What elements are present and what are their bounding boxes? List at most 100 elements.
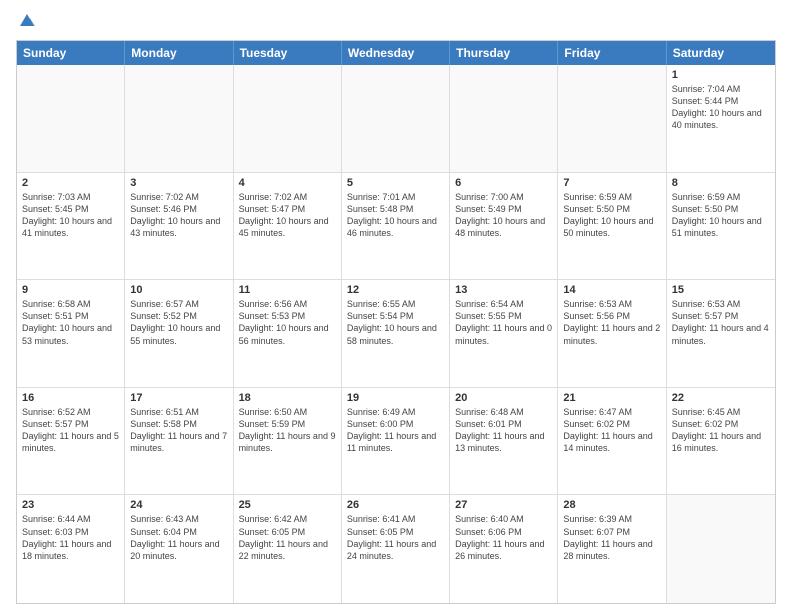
- calendar-cell: 7 Sunrise: 6:59 AM Sunset: 5:50 PM Daylig…: [558, 173, 666, 280]
- day-number: 19: [347, 392, 444, 404]
- calendar-cell: 21 Sunrise: 6:47 AM Sunset: 6:02 PM Dayli…: [558, 388, 666, 495]
- calendar-cell: 26 Sunrise: 6:41 AM Sunset: 6:05 PM Dayli…: [342, 495, 450, 603]
- calendar-cell: 27 Sunrise: 6:40 AM Sunset: 6:06 PM Dayli…: [450, 495, 558, 603]
- day-number: 23: [22, 499, 119, 511]
- day-number: 11: [239, 284, 336, 296]
- header: [16, 12, 776, 32]
- day-number: 1: [672, 69, 770, 81]
- page: SundayMondayTuesdayWednesdayThursdayFrid…: [0, 0, 792, 612]
- cell-info: Sunrise: 7:00 AM Sunset: 5:49 PM Dayligh…: [455, 191, 552, 240]
- cell-info: Sunrise: 7:04 AM Sunset: 5:44 PM Dayligh…: [672, 83, 770, 132]
- cell-info: Sunrise: 6:48 AM Sunset: 6:01 PM Dayligh…: [455, 406, 552, 455]
- cell-info: Sunrise: 6:59 AM Sunset: 5:50 PM Dayligh…: [563, 191, 660, 240]
- cell-info: Sunrise: 6:57 AM Sunset: 5:52 PM Dayligh…: [130, 298, 227, 347]
- day-number: 18: [239, 392, 336, 404]
- cell-info: Sunrise: 7:03 AM Sunset: 5:45 PM Dayligh…: [22, 191, 119, 240]
- calendar-cell: 18Sunrise: 6:50 AM Sunset: 5:59 PM Dayli…: [234, 388, 342, 495]
- cell-info: Sunrise: 6:58 AM Sunset: 5:51 PM Dayligh…: [22, 298, 119, 347]
- weekday-header-monday: Monday: [125, 41, 233, 65]
- day-number: 5: [347, 177, 444, 189]
- day-number: 12: [347, 284, 444, 296]
- day-number: 6: [455, 177, 552, 189]
- calendar-cell: 1 Sunrise: 7:04 AM Sunset: 5:44 PM Daylig…: [667, 65, 775, 172]
- cell-info: Sunrise: 6:39 AM Sunset: 6:07 PM Dayligh…: [563, 513, 660, 562]
- day-number: 28: [563, 499, 660, 511]
- calendar-cell: 13Sunrise: 6:54 AM Sunset: 5:55 PM Dayli…: [450, 280, 558, 387]
- calendar-cell: 11 Sunrise: 6:56 AM Sunset: 5:53 PM Dayli…: [234, 280, 342, 387]
- calendar-row-1: 2 Sunrise: 7:03 AM Sunset: 5:45 PM Daylig…: [17, 173, 775, 281]
- calendar-cell: [667, 495, 775, 603]
- calendar-cell: [342, 65, 450, 172]
- day-number: 7: [563, 177, 660, 189]
- calendar-row-2: 9 Sunrise: 6:58 AM Sunset: 5:51 PM Daylig…: [17, 280, 775, 388]
- day-number: 14: [563, 284, 660, 296]
- calendar-cell: 23 Sunrise: 6:44 AM Sunset: 6:03 PM Dayli…: [17, 495, 125, 603]
- calendar-row-0: 1 Sunrise: 7:04 AM Sunset: 5:44 PM Daylig…: [17, 65, 775, 173]
- weekday-header-tuesday: Tuesday: [234, 41, 342, 65]
- calendar-body: 1 Sunrise: 7:04 AM Sunset: 5:44 PM Daylig…: [17, 65, 775, 603]
- calendar-cell: 22 Sunrise: 6:45 AM Sunset: 6:02 PM Dayli…: [667, 388, 775, 495]
- calendar-cell: 10 Sunrise: 6:57 AM Sunset: 5:52 PM Dayli…: [125, 280, 233, 387]
- weekday-header-sunday: Sunday: [17, 41, 125, 65]
- cell-info: Sunrise: 6:53 AM Sunset: 5:56 PM Dayligh…: [563, 298, 660, 347]
- day-number: 27: [455, 499, 552, 511]
- cell-info: Sunrise: 6:45 AM Sunset: 6:02 PM Dayligh…: [672, 406, 770, 455]
- cell-info: Sunrise: 6:44 AM Sunset: 6:03 PM Dayligh…: [22, 513, 119, 562]
- weekday-header-saturday: Saturday: [667, 41, 775, 65]
- day-number: 25: [239, 499, 336, 511]
- day-number: 4: [239, 177, 336, 189]
- calendar-cell: [558, 65, 666, 172]
- day-number: 26: [347, 499, 444, 511]
- cell-info: Sunrise: 6:51 AM Sunset: 5:58 PM Dayligh…: [130, 406, 227, 455]
- cell-info: Sunrise: 6:56 AM Sunset: 5:53 PM Dayligh…: [239, 298, 336, 347]
- calendar-cell: 24Sunrise: 6:43 AM Sunset: 6:04 PM Dayli…: [125, 495, 233, 603]
- cell-info: Sunrise: 6:41 AM Sunset: 6:05 PM Dayligh…: [347, 513, 444, 562]
- calendar-cell: 12 Sunrise: 6:55 AM Sunset: 5:54 PM Dayli…: [342, 280, 450, 387]
- cell-info: Sunrise: 6:40 AM Sunset: 6:06 PM Dayligh…: [455, 513, 552, 562]
- calendar-header: SundayMondayTuesdayWednesdayThursdayFrid…: [17, 41, 775, 65]
- calendar-cell: 17 Sunrise: 6:51 AM Sunset: 5:58 PM Dayli…: [125, 388, 233, 495]
- cell-info: Sunrise: 6:43 AM Sunset: 6:04 PM Dayligh…: [130, 513, 227, 562]
- calendar-cell: 19 Sunrise: 6:49 AM Sunset: 6:00 PM Dayli…: [342, 388, 450, 495]
- weekday-header-thursday: Thursday: [450, 41, 558, 65]
- calendar-cell: 3Sunrise: 7:02 AM Sunset: 5:46 PM Daylig…: [125, 173, 233, 280]
- weekday-header-wednesday: Wednesday: [342, 41, 450, 65]
- cell-info: Sunrise: 6:47 AM Sunset: 6:02 PM Dayligh…: [563, 406, 660, 455]
- day-number: 21: [563, 392, 660, 404]
- cell-info: Sunrise: 7:02 AM Sunset: 5:46 PM Dayligh…: [130, 191, 227, 240]
- calendar: SundayMondayTuesdayWednesdayThursdayFrid…: [16, 40, 776, 604]
- day-number: 10: [130, 284, 227, 296]
- calendar-cell: 15 Sunrise: 6:53 AM Sunset: 5:57 PM Dayli…: [667, 280, 775, 387]
- calendar-cell: 6 Sunrise: 7:00 AM Sunset: 5:49 PM Daylig…: [450, 173, 558, 280]
- calendar-cell: [17, 65, 125, 172]
- calendar-cell: 20 Sunrise: 6:48 AM Sunset: 6:01 PM Dayli…: [450, 388, 558, 495]
- day-number: 17: [130, 392, 227, 404]
- cell-info: Sunrise: 6:52 AM Sunset: 5:57 PM Dayligh…: [22, 406, 119, 455]
- calendar-row-4: 23 Sunrise: 6:44 AM Sunset: 6:03 PM Dayli…: [17, 495, 775, 603]
- weekday-header-friday: Friday: [558, 41, 666, 65]
- calendar-cell: 2 Sunrise: 7:03 AM Sunset: 5:45 PM Daylig…: [17, 173, 125, 280]
- calendar-row-3: 16 Sunrise: 6:52 AM Sunset: 5:57 PM Dayli…: [17, 388, 775, 496]
- day-number: 20: [455, 392, 552, 404]
- calendar-cell: 5Sunrise: 7:01 AM Sunset: 5:48 PM Daylig…: [342, 173, 450, 280]
- logo-icon: [18, 12, 36, 30]
- calendar-cell: 8Sunrise: 6:59 AM Sunset: 5:50 PM Daylig…: [667, 173, 775, 280]
- cell-info: Sunrise: 6:53 AM Sunset: 5:57 PM Dayligh…: [672, 298, 770, 347]
- calendar-cell: [450, 65, 558, 172]
- cell-info: Sunrise: 6:42 AM Sunset: 6:05 PM Dayligh…: [239, 513, 336, 562]
- day-number: 22: [672, 392, 770, 404]
- day-number: 9: [22, 284, 119, 296]
- calendar-cell: 25 Sunrise: 6:42 AM Sunset: 6:05 PM Dayli…: [234, 495, 342, 603]
- day-number: 2: [22, 177, 119, 189]
- logo: [16, 12, 36, 32]
- cell-info: Sunrise: 6:49 AM Sunset: 6:00 PM Dayligh…: [347, 406, 444, 455]
- calendar-cell: 14 Sunrise: 6:53 AM Sunset: 5:56 PM Dayli…: [558, 280, 666, 387]
- calendar-cell: [125, 65, 233, 172]
- day-number: 15: [672, 284, 770, 296]
- cell-info: Sunrise: 7:02 AM Sunset: 5:47 PM Dayligh…: [239, 191, 336, 240]
- cell-info: Sunrise: 6:54 AM Sunset: 5:55 PM Dayligh…: [455, 298, 552, 347]
- day-number: 16: [22, 392, 119, 404]
- cell-info: Sunrise: 6:59 AM Sunset: 5:50 PM Dayligh…: [672, 191, 770, 240]
- cell-info: Sunrise: 6:55 AM Sunset: 5:54 PM Dayligh…: [347, 298, 444, 347]
- calendar-cell: 16 Sunrise: 6:52 AM Sunset: 5:57 PM Dayli…: [17, 388, 125, 495]
